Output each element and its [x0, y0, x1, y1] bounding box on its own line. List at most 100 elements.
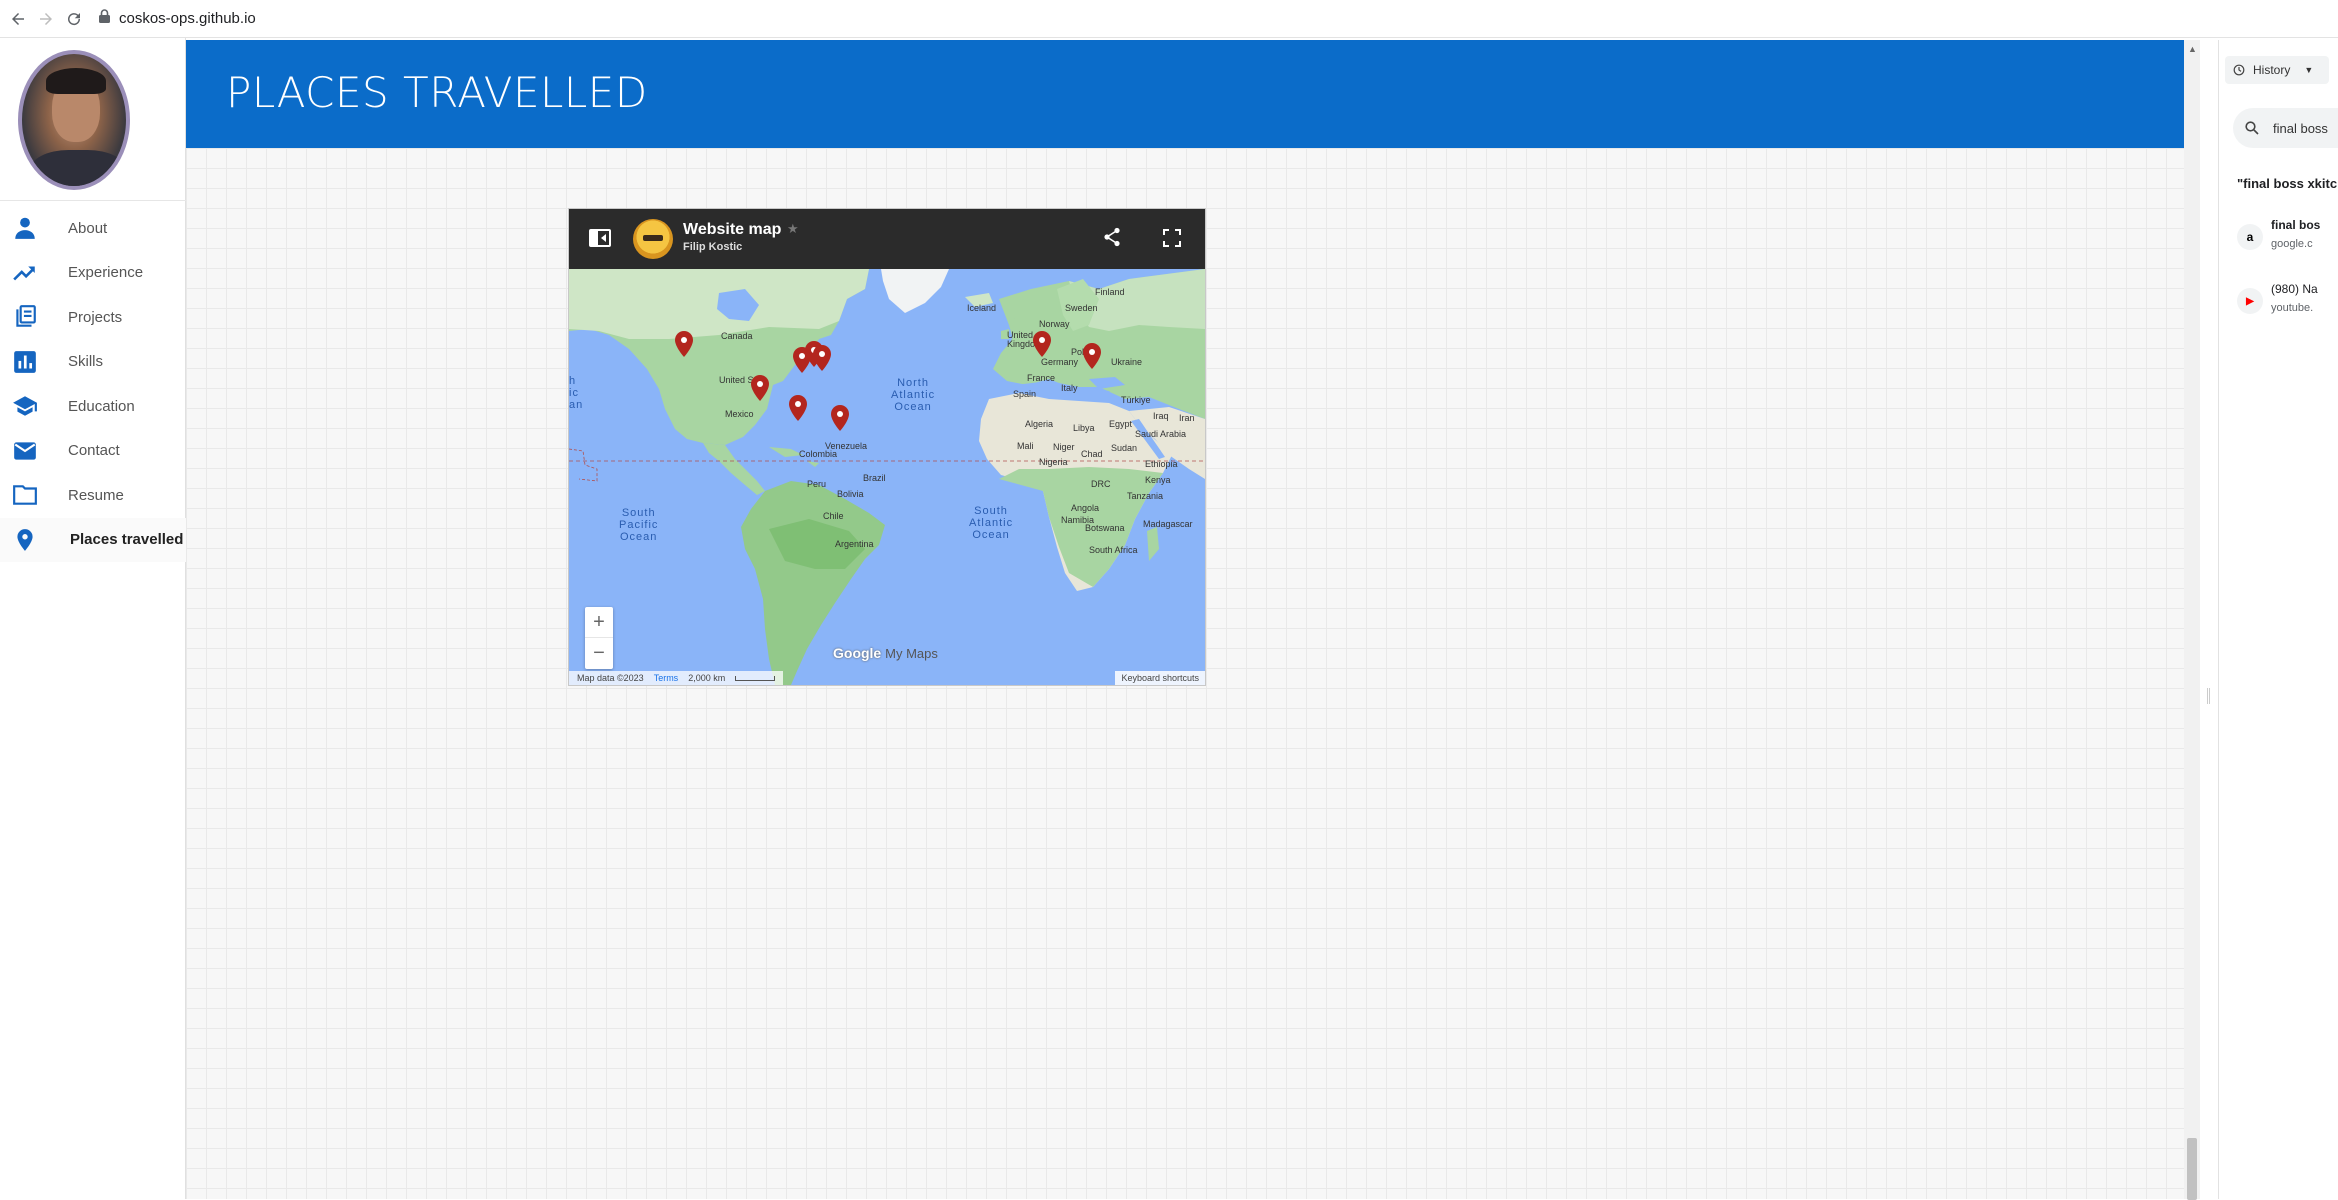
- mail-icon: [14, 442, 36, 460]
- trending-up-icon: [13, 266, 35, 281]
- terms-link[interactable]: Terms: [654, 673, 679, 683]
- sidebar-item-experience[interactable]: Experience: [0, 251, 186, 296]
- sidebar: About Experience Projects Skills Educati…: [0, 38, 186, 1199]
- map-label: Spain: [1013, 389, 1037, 399]
- map-label: Norway: [1039, 319, 1070, 329]
- folder-icon: [13, 485, 37, 505]
- history-result[interactable]: ▶ (980) Na youtube.: [2237, 282, 2338, 328]
- map-label: Chile: [823, 511, 844, 521]
- map-toolbar: Website map ★ Filip Kostic: [569, 209, 1205, 269]
- map-label: Finland: [1095, 287, 1125, 297]
- map-footer: Map data ©2023 Terms 2,000 km Keyboard s…: [569, 671, 1205, 685]
- query-heading: "final boss xkitc: [2237, 176, 2338, 191]
- map-pin[interactable]: [1033, 331, 1051, 357]
- sidebar-item-resume[interactable]: Resume: [0, 473, 186, 518]
- sidebar-menu: About Experience Projects Skills Educati…: [0, 206, 186, 562]
- sidebar-item-places-travelled[interactable]: Places travelled: [0, 517, 186, 562]
- location-pin-icon: [17, 528, 33, 551]
- map-label: Italy: [1061, 383, 1078, 393]
- zoom-out-button[interactable]: −: [585, 638, 613, 669]
- reload-icon[interactable]: [60, 5, 88, 33]
- search-query-text: final boss: [2273, 120, 2328, 136]
- result-title: (980) Na: [2271, 282, 2318, 296]
- map-label: Egypt: [1109, 419, 1133, 429]
- map-label: Mali: [1017, 441, 1034, 451]
- map-label: Niger: [1053, 442, 1075, 452]
- legend-toggle-icon[interactable]: [589, 229, 611, 252]
- map-label: Ethiopia: [1145, 459, 1178, 469]
- map-label: Iraq: [1153, 411, 1169, 421]
- map-label: Libya: [1073, 423, 1095, 433]
- map-owner-avatar: [633, 219, 673, 259]
- sidebar-item-about[interactable]: About: [0, 206, 186, 251]
- map-pin[interactable]: [789, 395, 807, 421]
- chevron-down-icon: ▼: [2304, 65, 2314, 75]
- projects-icon: [16, 305, 36, 327]
- lock-icon[interactable]: [98, 8, 111, 29]
- map-canvas[interactable]: Iceland Finland Sweden Norway United Kin…: [569, 269, 1205, 685]
- result-url: google.c: [2271, 238, 2313, 250]
- star-icon[interactable]: ★: [787, 221, 799, 237]
- map-label: Kenya: [1145, 475, 1171, 485]
- map-label: Ukraine: [1111, 357, 1143, 367]
- amazon-icon: a: [2237, 224, 2263, 250]
- map-title: Website map: [683, 221, 782, 238]
- zoom-in-button[interactable]: +: [585, 607, 613, 638]
- sidebar-item-contact[interactable]: Contact: [0, 429, 186, 474]
- youtube-icon: ▶: [2237, 288, 2263, 314]
- map-label: United S: [719, 375, 754, 385]
- scroll-up-arrow-icon[interactable]: ▲: [2188, 44, 2197, 54]
- history-result[interactable]: a final bos google.c: [2237, 218, 2338, 264]
- ocean-label: South Pacific Ocean: [619, 507, 659, 543]
- scale-label: 2,000 km: [688, 673, 726, 683]
- sidebar-divider: [0, 200, 186, 201]
- sidebar-item-education[interactable]: Education: [0, 384, 186, 429]
- map-pin[interactable]: [1083, 343, 1101, 369]
- person-icon: [15, 217, 35, 240]
- share-icon[interactable]: [1103, 227, 1121, 252]
- address-bar-url[interactable]: coskos-ops.github.io: [119, 10, 256, 27]
- map-label: Nigeria: [1039, 457, 1068, 467]
- history-search-input[interactable]: final boss: [2233, 108, 2338, 148]
- map-label: Algeria: [1025, 419, 1054, 429]
- keyboard-shortcuts-link[interactable]: Keyboard shortcuts: [1121, 673, 1199, 683]
- panel-gutter: [2200, 40, 2216, 1199]
- map-label: France: [1027, 373, 1056, 383]
- map-embed[interactable]: Website map ★ Filip Kostic Iceland Finla…: [568, 208, 1206, 686]
- school-icon: [13, 396, 37, 416]
- result-title: final bos: [2271, 218, 2321, 232]
- back-arrow-icon[interactable]: [4, 5, 32, 33]
- panel-resize-handle[interactable]: [2207, 688, 2210, 704]
- map-label: Sudan: [1111, 443, 1138, 453]
- map-label: Türkiye: [1121, 395, 1151, 405]
- map-pin[interactable]: [675, 331, 693, 357]
- page-scrollbar[interactable]: ▲: [2184, 40, 2200, 1200]
- sidebar-item-label: Resume: [68, 486, 124, 504]
- sidebar-item-label: Education: [68, 397, 135, 415]
- map-label: Bolivia: [837, 489, 864, 499]
- map-label: Iceland: [967, 303, 997, 313]
- sidebar-item-skills[interactable]: Skills: [0, 340, 186, 385]
- sidebar-item-label: Projects: [68, 308, 123, 326]
- sidebar-item-projects[interactable]: Projects: [0, 295, 186, 340]
- map-label: Botswana: [1085, 523, 1125, 533]
- map-pin[interactable]: [751, 375, 769, 401]
- map-pin[interactable]: [831, 405, 849, 431]
- scrollbar-thumb[interactable]: [2187, 1138, 2197, 1200]
- ocean-label: h ic an: [569, 375, 584, 411]
- forward-arrow-icon[interactable]: [32, 5, 60, 33]
- sidebar-item-label: Skills: [68, 353, 104, 371]
- ocean-label: North Atlantic Ocean: [891, 377, 936, 413]
- history-dropdown[interactable]: History ▼: [2225, 56, 2329, 84]
- map-pin[interactable]: [813, 345, 831, 371]
- map-label: Madagascar: [1143, 519, 1193, 529]
- history-label: History: [2253, 63, 2291, 77]
- map-label: Iran: [1179, 413, 1195, 423]
- fullscreen-icon[interactable]: [1163, 229, 1181, 252]
- map-label: DRC: [1091, 479, 1111, 489]
- sidebar-item-label: About: [68, 219, 108, 237]
- bar-chart-icon: [14, 350, 36, 373]
- side-panel: History ▼ final boss "final boss xkitc a…: [2218, 40, 2338, 1199]
- map-label: Colombia: [799, 449, 838, 459]
- page-header: PLACES TRAVELLED: [186, 40, 2184, 148]
